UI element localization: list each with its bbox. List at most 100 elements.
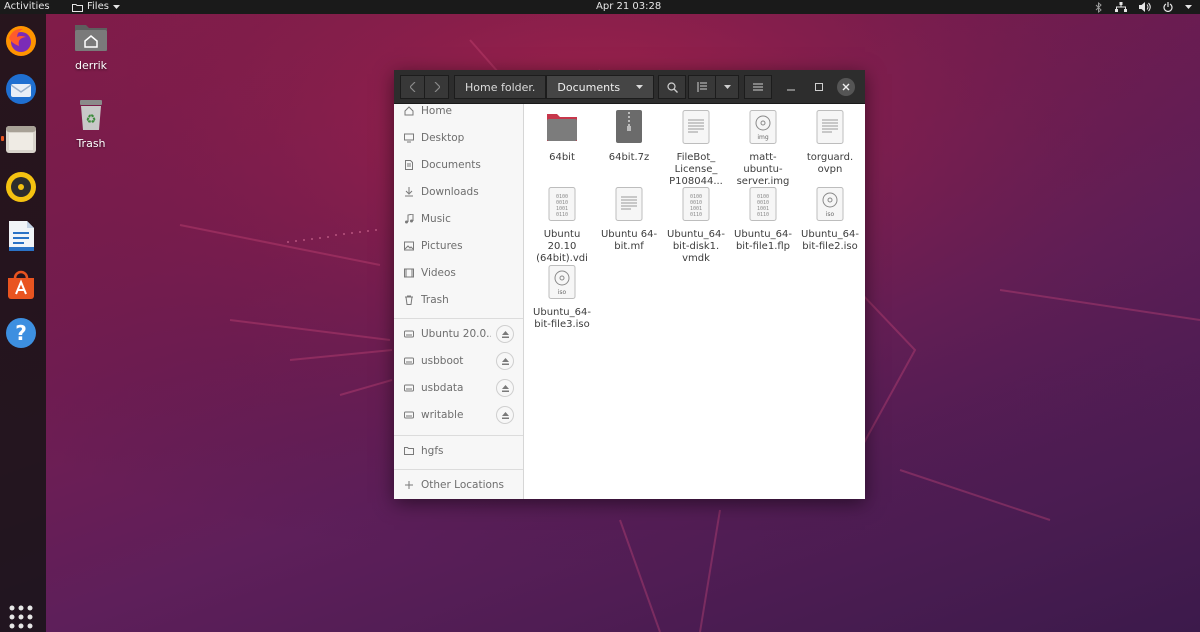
eject-icon (501, 411, 509, 419)
minimize-button[interactable] (780, 75, 802, 99)
binary-file-icon: 0100001010010110 (682, 187, 710, 221)
chevron-left-icon (409, 82, 415, 92)
file-item-torguard-ovpn[interactable]: torguard. ovpn (797, 110, 863, 176)
power-icon (1163, 2, 1173, 12)
rhythmbox-icon[interactable] (4, 170, 38, 204)
network-icon (1115, 2, 1127, 12)
sidebar-separator (394, 469, 523, 470)
help-icon[interactable]: ? (4, 316, 38, 350)
show-applications-icon[interactable] (4, 600, 38, 632)
svg-text:iso: iso (558, 289, 567, 296)
sidebar-scrollbar[interactable] (523, 194, 524, 424)
trash-icon: ♻ (80, 100, 102, 130)
software-center-icon[interactable] (4, 268, 38, 302)
sidebar-item-music[interactable]: Music (394, 207, 523, 231)
dock: ? (0, 14, 46, 632)
view-toggle-button[interactable] (688, 75, 716, 99)
text-file-icon (615, 187, 643, 221)
disk-image-icon: iso (816, 187, 844, 221)
binary-file-icon: 0100001010010110 (749, 187, 777, 221)
libreoffice-writer-icon[interactable] (4, 219, 38, 253)
chevron-down-icon (1185, 4, 1192, 9)
app-menu[interactable]: Files (72, 0, 120, 14)
forward-button[interactable] (424, 75, 449, 99)
activities-button[interactable]: Activities (4, 0, 50, 14)
eject-button[interactable] (496, 325, 514, 343)
sidebar-item-other-locations[interactable]: Other Locations (394, 473, 523, 497)
eject-button[interactable] (496, 352, 514, 370)
list-view-icon (697, 82, 707, 92)
svg-text:?: ? (15, 321, 27, 345)
sidebar-item-documents[interactable]: Documents (394, 153, 523, 177)
sidebar-item-videos[interactable]: Videos (394, 261, 523, 285)
maximize-icon (815, 83, 823, 91)
sidebar: Home Desktop Documents Downloads Music P… (394, 104, 524, 499)
folder-icon (547, 114, 577, 141)
chevron-down-icon (723, 84, 731, 89)
search-button[interactable] (658, 75, 686, 99)
disk-image-icon: iso (548, 265, 576, 299)
file-item-matt-ubuntu-server-img[interactable]: img matt- ubuntu- server.img (730, 110, 796, 188)
path-documents[interactable]: Documents (546, 75, 655, 99)
sidebar-item-drive[interactable]: Ubuntu 20.0... (394, 322, 523, 346)
desktop-icon-label: derrik (74, 59, 108, 72)
folder-icon (72, 3, 83, 12)
music-icon (405, 214, 414, 224)
desktop-trash[interactable]: ♻ Trash (61, 98, 121, 150)
binary-file-icon: 0100001010010110 (548, 187, 576, 221)
sidebar-item-usbboot[interactable]: usbboot (394, 349, 523, 373)
thunderbird-icon[interactable] (4, 72, 38, 106)
sidebar-item-home[interactable]: Home (394, 104, 523, 123)
menu-button[interactable] (744, 75, 772, 99)
sidebar-item-trash[interactable]: Trash (394, 288, 523, 312)
trash-icon (405, 295, 413, 305)
sidebar-item-pictures[interactable]: Pictures (394, 234, 523, 258)
eject-icon (501, 357, 509, 365)
file-view: 64bit 64bit.7z FileBot_ License_ P108044… (525, 104, 865, 499)
path-bar: Home folder. Documents (454, 75, 655, 99)
desktop-home-folder[interactable]: derrik (61, 20, 121, 72)
plus-icon (405, 481, 413, 489)
maximize-button[interactable] (808, 75, 830, 99)
sidebar-item-hgfs[interactable]: hgfs (394, 439, 523, 463)
home-folder-icon (75, 25, 107, 51)
sidebar-item-writable[interactable]: writable (394, 403, 523, 427)
home-icon (404, 106, 414, 116)
file-item-ubuntu-file2-iso[interactable]: iso Ubuntu_64- bit-file2.iso (797, 187, 863, 253)
chevron-down-icon (112, 4, 120, 9)
video-icon (404, 268, 414, 278)
firefox-icon[interactable] (4, 24, 38, 58)
sidebar-item-desktop[interactable]: Desktop (394, 126, 523, 150)
close-button[interactable] (837, 78, 855, 96)
archive-icon (616, 110, 642, 143)
file-item-ubuntu-vdi[interactable]: 0100 0010 1001 0110 Ubuntu 20.10 (64bit).vd… (529, 187, 595, 265)
search-icon (666, 81, 678, 93)
header-bar: Home folder. Documents (394, 70, 865, 104)
file-item-ubuntu-vmdk[interactable]: 0100 0010 1001 0110 Ubuntu_64- bit-disk1. v… (663, 187, 729, 265)
eject-icon (501, 384, 509, 392)
file-item-64bit-7z[interactable]: 64bit.7z (596, 110, 662, 164)
system-tray[interactable] (1095, 0, 1192, 14)
sidebar-separator (394, 318, 523, 319)
back-button[interactable] (400, 75, 425, 99)
sidebar-item-usbdata[interactable]: usbdata (394, 376, 523, 400)
drive-icon (404, 411, 414, 419)
svg-text:iso: iso (826, 211, 835, 218)
hamburger-menu-icon (753, 83, 763, 91)
file-item-ubuntu-flp[interactable]: 0100 0010 1001 0110 Ubuntu_64- bit-file1.fl… (730, 187, 796, 253)
clock[interactable]: Apr 21 03:28 (596, 0, 661, 14)
path-home-folder[interactable]: Home folder. (454, 75, 547, 99)
eject-button[interactable] (496, 406, 514, 424)
file-item-ubuntu-mf[interactable]: Ubuntu 64- bit.mf (596, 187, 662, 253)
close-icon (842, 83, 850, 91)
file-item-64bit[interactable]: 64bit (529, 110, 595, 164)
files-window: Home folder. Documents Home Desktop Docu… (394, 70, 865, 499)
minimize-icon (787, 89, 795, 91)
drive-icon (404, 357, 414, 365)
files-icon[interactable] (1, 122, 38, 156)
view-options-button[interactable] (715, 75, 739, 99)
sidebar-item-downloads[interactable]: Downloads (394, 180, 523, 204)
file-item-ubuntu-file3-iso[interactable]: iso Ubuntu_64- bit-file3.iso (529, 265, 595, 331)
file-item-filebot-license[interactable]: FileBot_ License_ P108044... (663, 110, 729, 188)
eject-button[interactable] (496, 379, 514, 397)
